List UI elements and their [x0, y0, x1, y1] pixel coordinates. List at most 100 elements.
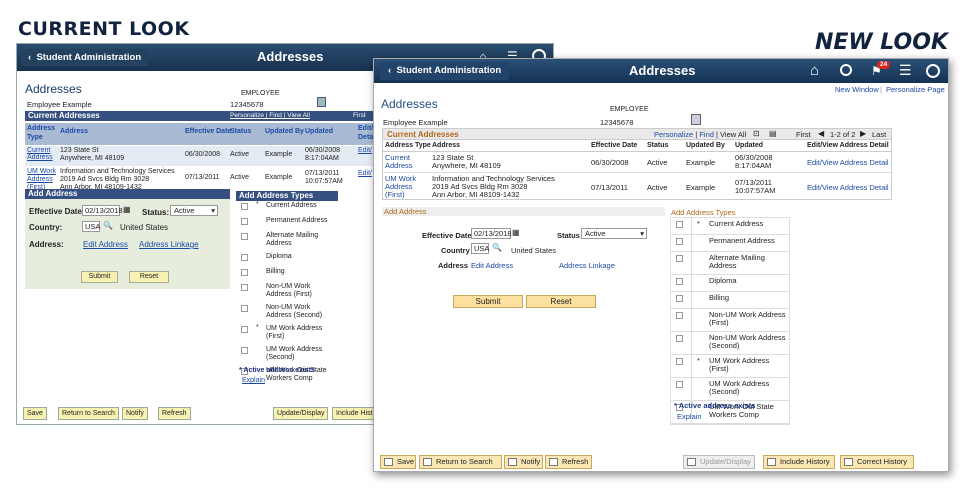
address-type-checkbox[interactable]	[241, 233, 248, 240]
old-notify-button[interactable]: Notify	[122, 407, 148, 420]
old-col-updated-by[interactable]: Updated By	[265, 127, 304, 136]
old-include-history-button[interactable]: Include Hist	[332, 407, 377, 420]
new-correct-history-button[interactable]: Correct History	[840, 455, 914, 469]
address-type-checkbox[interactable]	[676, 295, 683, 302]
new-include-history-button[interactable]: Include History	[763, 455, 835, 469]
new-view-all-link[interactable]: View All	[720, 130, 746, 139]
new-row2-type[interactable]: UM Work Address (First)	[385, 175, 420, 199]
old-row1-address: 123 State St Anywhere, MI 48109	[60, 147, 125, 162]
calendar-icon[interactable]: ▦	[512, 228, 520, 237]
old-col-updated[interactable]: Updated	[305, 127, 333, 136]
old-grid-links[interactable]: Personalize | Find | View All	[230, 111, 310, 121]
search-icon[interactable]: 🔍	[103, 221, 113, 230]
address-type-checkbox[interactable]	[241, 305, 248, 312]
prev-icon[interactable]: ◀	[818, 129, 824, 138]
search-icon[interactable]: 🔍	[492, 243, 502, 252]
calendar-icon[interactable]: ▦	[123, 205, 131, 214]
address-type-checkbox[interactable]	[241, 284, 248, 291]
new-col-edit[interactable]: Edit/View Address Detail	[807, 142, 889, 149]
new-refresh-button[interactable]: Refresh	[545, 455, 592, 469]
new-country-input[interactable]: USA	[471, 243, 489, 254]
new-first-link[interactable]: First	[796, 130, 811, 139]
new-update-display-button[interactable]: Update/Display	[683, 455, 755, 469]
old-row2-edit[interactable]: Edit/	[358, 170, 372, 177]
old-find-link[interactable]: Find	[269, 112, 282, 119]
navbar-icon[interactable]	[926, 64, 940, 78]
old-view-all-link[interactable]: View All	[287, 112, 310, 119]
address-type-checkbox[interactable]	[676, 312, 683, 319]
new-notify-button[interactable]: Notify	[504, 455, 543, 469]
old-return-button[interactable]: Return to Search	[58, 407, 119, 420]
old-col-address[interactable]: Address	[60, 127, 88, 136]
address-type-checkbox[interactable]	[241, 347, 248, 354]
next-icon[interactable]: ▶	[860, 129, 866, 138]
old-col-status[interactable]: Status	[230, 127, 251, 136]
search-icon[interactable]	[840, 64, 852, 76]
old-address-linkage-link[interactable]: Address Linkage	[139, 240, 199, 249]
old-status-value: Active	[174, 206, 195, 215]
new-return-button[interactable]: Return to Search	[419, 455, 502, 469]
new-address-linkage-link[interactable]: Address Linkage	[559, 261, 615, 270]
new-eff-date-input[interactable]: 02/13/2018	[471, 228, 512, 239]
new-nav-button[interactable]: ‹ Student Administration	[380, 62, 510, 80]
download-icon[interactable]: ▤	[769, 129, 777, 138]
new-col-type[interactable]: Address Type	[385, 142, 431, 149]
old-row1-edit[interactable]: Edit/	[358, 147, 372, 154]
old-row1-type[interactable]: Current Address	[27, 147, 55, 161]
new-edit-address-link[interactable]: Edit Address	[471, 261, 513, 270]
old-status-select[interactable]: Active ▾	[170, 205, 218, 216]
old-explain-link[interactable]: Explain	[242, 377, 265, 384]
old-submit-button[interactable]: Submit	[81, 271, 118, 283]
old-eff-date-input[interactable]: 02/13/2018	[82, 205, 123, 216]
zoom-icon[interactable]: ⊡	[753, 129, 760, 138]
address-type-checkbox[interactable]	[676, 358, 683, 365]
address-type-checkbox[interactable]	[676, 221, 683, 228]
new-submit-button[interactable]: Submit	[453, 295, 523, 308]
address-type-checkbox[interactable]	[676, 278, 683, 285]
new-window-link[interactable]: New Window	[835, 85, 879, 94]
address-type-checkbox[interactable]	[241, 254, 248, 261]
old-nav-button[interactable]: ‹ Student Administration	[21, 49, 149, 66]
old-refresh-button[interactable]: Refresh	[158, 407, 191, 420]
home-icon[interactable]: ⌂	[810, 62, 819, 79]
old-reset-button[interactable]: Reset	[129, 271, 169, 283]
new-reset-button[interactable]: Reset	[526, 295, 596, 308]
menu-icon[interactable]: ☰	[899, 62, 912, 79]
new-col-updated[interactable]: Updated	[735, 142, 763, 149]
address-type-checkbox[interactable]	[676, 335, 683, 342]
new-row2-edit[interactable]: Edit/View Address Detail	[807, 183, 889, 192]
old-row2-date: 07/13/2011	[185, 174, 220, 181]
new-row1-type[interactable]: Current Address	[385, 154, 420, 170]
old-col-date[interactable]: Effective Date	[185, 127, 231, 136]
new-last-link[interactable]: Last	[872, 130, 886, 139]
new-add-address-header: Add Address	[382, 207, 665, 216]
address-type-label: Billing	[266, 268, 285, 275]
old-country-input[interactable]: USA	[82, 221, 100, 232]
new-status-value: Active	[585, 229, 606, 238]
address-type-checkbox[interactable]	[676, 255, 683, 262]
old-edit-address-link[interactable]: Edit Address	[83, 240, 128, 249]
personalize-page-link[interactable]: Personalize Page	[886, 85, 945, 94]
address-type-checkbox[interactable]	[676, 381, 683, 388]
old-first-label[interactable]: First	[353, 111, 366, 121]
new-col-status[interactable]: Status	[647, 142, 668, 149]
old-personalize-link[interactable]: Personalize	[230, 112, 264, 119]
address-type-checkbox[interactable]	[241, 218, 248, 225]
old-col-type[interactable]: Address Type	[27, 124, 55, 142]
new-explain-link[interactable]: Explain	[677, 412, 702, 421]
new-status-select[interactable]: Active ▾	[581, 228, 647, 239]
new-row1-edit[interactable]: Edit/View Address Detail	[807, 158, 889, 167]
old-update-display-button[interactable]: Update/Display	[273, 407, 329, 420]
address-type-checkbox[interactable]	[676, 238, 683, 245]
new-save-button[interactable]: Save	[380, 455, 416, 469]
new-find-link[interactable]: Find	[699, 130, 714, 139]
current-look-heading: CURRENT LOOK	[18, 18, 190, 40]
new-col-address[interactable]: Address	[432, 142, 460, 149]
new-col-updated-by[interactable]: Updated By	[686, 142, 725, 149]
old-save-button[interactable]: Save	[23, 407, 47, 420]
new-personalize-link[interactable]: Personalize	[654, 130, 693, 139]
address-type-checkbox[interactable]	[241, 269, 248, 276]
address-type-checkbox[interactable]	[241, 326, 248, 333]
address-type-checkbox[interactable]	[241, 203, 248, 210]
new-col-date[interactable]: Effective Date	[591, 142, 637, 149]
